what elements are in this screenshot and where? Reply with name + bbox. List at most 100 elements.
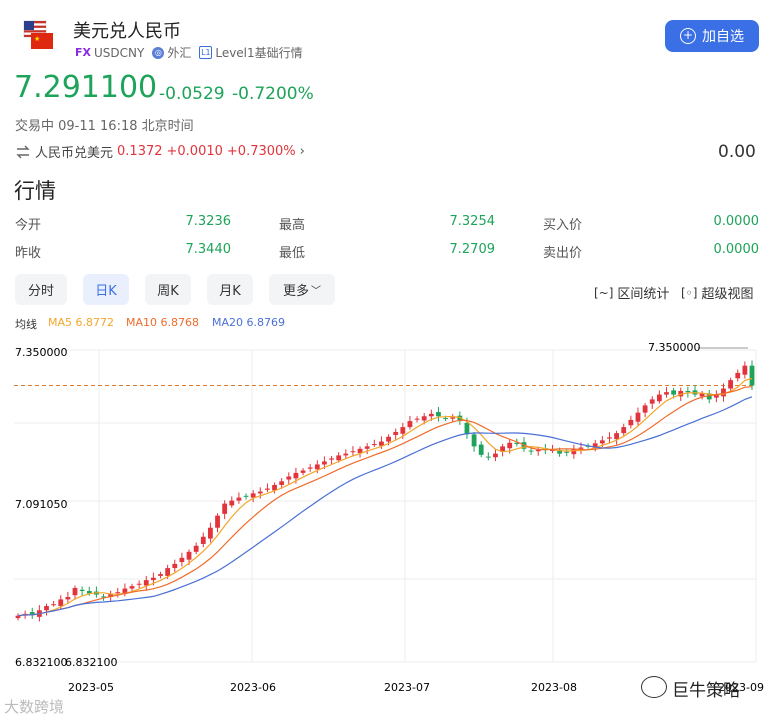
reverse-quote-link[interactable]: 人民币兑美元 0.1372 +0.0010 +0.7300% › xyxy=(15,142,305,161)
kline-chart[interactable]: 7.350000 7.091050 6.832100 6.832100 7.35… xyxy=(0,330,772,721)
instrument-title: 美元兑人民币 xyxy=(73,21,181,42)
wechat-icon xyxy=(641,676,667,698)
price-change: -0.0529 xyxy=(159,84,225,104)
candle-body-16 xyxy=(129,586,135,589)
candle-body-32 xyxy=(243,495,249,497)
x-tick-jul: 2023-07 xyxy=(384,681,430,694)
ask-value: 0.0000 xyxy=(713,242,760,257)
candle-body-77 xyxy=(564,451,570,453)
candle-body-47 xyxy=(350,451,356,453)
high-value: 7.3254 xyxy=(449,214,496,229)
ma10-legend: MA10 6.8768 xyxy=(126,316,199,329)
symbol: USDCNY xyxy=(94,45,145,60)
candle-body-29 xyxy=(222,503,228,514)
candle-body-94 xyxy=(685,390,691,393)
market-type: 外汇 xyxy=(167,46,192,60)
reverse-pct: +0.7300% xyxy=(226,144,296,159)
candle-body-56 xyxy=(414,418,420,420)
watermark-right: 巨牛策略 xyxy=(672,681,740,701)
candle-body-89 xyxy=(649,399,655,404)
candle-body-44 xyxy=(329,458,334,460)
level-label: Level1基础行情 xyxy=(215,46,303,60)
flag-icon: ★ xyxy=(22,18,56,52)
candle-body-83 xyxy=(607,437,612,439)
instrument-subline: FX USDCNY ◎ 外汇 L1 Level1基础行情 xyxy=(75,44,303,61)
candle-body-84 xyxy=(614,433,620,440)
candles xyxy=(15,360,755,622)
prev-close-label: 昨收 xyxy=(15,246,42,261)
candle-body-9 xyxy=(79,589,85,591)
tab-daily-k[interactable]: 日K xyxy=(83,274,129,305)
add-watchlist-button[interactable]: + 加自选 xyxy=(665,20,759,52)
range-stats-button[interactable]: [~] 区间统计 xyxy=(594,283,670,303)
low-annotation: 6.832100 xyxy=(65,656,118,669)
candle-body-4 xyxy=(44,606,49,611)
candle-body-27 xyxy=(208,527,213,539)
candle-body-6 xyxy=(58,599,64,607)
candle-body-37 xyxy=(279,481,285,485)
candle-body-65 xyxy=(478,444,484,455)
tab-intraday[interactable]: 分时 xyxy=(15,274,67,305)
tab-more-label: 更多 xyxy=(282,284,309,299)
open-label: 今开 xyxy=(15,218,42,233)
low-label: 最低 xyxy=(279,246,306,261)
candle-body-22 xyxy=(172,563,178,569)
range-stats-label: 区间统计 xyxy=(617,287,670,302)
chevron-right-icon: › xyxy=(299,144,305,159)
super-view-button[interactable]: [◦] 超级视图 xyxy=(681,283,754,303)
prev-close-value: 7.3440 xyxy=(185,242,232,257)
candle-body-64 xyxy=(471,434,477,447)
reverse-change: +0.0010 xyxy=(166,144,223,159)
tab-more[interactable]: 更多 ﹀ xyxy=(269,274,335,305)
bid-label: 买入价 xyxy=(543,218,583,233)
expand-icon: [◦] xyxy=(681,285,698,300)
ma-lines xyxy=(17,377,753,617)
candle-body-59 xyxy=(436,412,441,417)
ma20-legend: MA20 6.8769 xyxy=(212,316,285,329)
candle-body-14 xyxy=(115,592,121,594)
bid-value: 0.0000 xyxy=(713,214,760,229)
candle-body-82 xyxy=(599,440,605,444)
candle-body-35 xyxy=(265,488,270,490)
add-watchlist-label: 加自选 xyxy=(702,29,744,45)
reverse-label: 人民币兑美元 xyxy=(35,146,114,161)
candle-body-23 xyxy=(179,557,185,563)
candle-body-85 xyxy=(621,427,627,434)
candle-body-39 xyxy=(293,472,299,479)
trading-status: 交易中 09-11 16:18 北京时间 xyxy=(15,119,194,134)
candle-body-58 xyxy=(428,413,434,417)
candle-body-61 xyxy=(450,417,456,419)
low-value: 7.2709 xyxy=(449,242,496,257)
open-value: 7.3236 xyxy=(185,214,232,229)
candle-body-60 xyxy=(443,418,448,420)
candle-body-90 xyxy=(656,394,662,402)
y-label-top: 7.350000 xyxy=(15,346,68,359)
candle-body-52 xyxy=(386,436,391,442)
x-tick-may: 2023-05 xyxy=(68,681,114,694)
tab-weekly-k[interactable]: 周K xyxy=(145,274,191,305)
candle-body-25 xyxy=(193,545,199,552)
candle-body-99 xyxy=(721,388,726,397)
reverse-price: 0.1372 xyxy=(117,144,163,159)
candle-body-72 xyxy=(528,450,534,452)
x-tick-aug: 2023-08 xyxy=(531,681,577,694)
candle-body-46 xyxy=(343,453,349,456)
ma20-line xyxy=(17,396,753,617)
candle-body-18 xyxy=(143,580,149,586)
candle-body-53 xyxy=(393,431,399,435)
candle-body-34 xyxy=(257,491,263,494)
fx-tag: FX xyxy=(75,46,91,59)
candle-body-50 xyxy=(371,443,377,445)
candle-body-38 xyxy=(286,476,292,480)
super-view-label: 超级视图 xyxy=(701,287,754,302)
range-icon: [~] xyxy=(594,285,614,300)
candle-body-67 xyxy=(493,453,498,458)
globe-icon: ◎ xyxy=(152,46,165,59)
candle-body-43 xyxy=(322,461,327,465)
candle-body-103 xyxy=(749,365,755,386)
x-tick-jun: 2023-06 xyxy=(230,681,276,694)
candle-body-88 xyxy=(642,405,648,413)
candle-body-49 xyxy=(364,446,370,449)
candle-body-63 xyxy=(464,422,470,435)
tab-monthly-k[interactable]: 月K xyxy=(207,274,253,305)
